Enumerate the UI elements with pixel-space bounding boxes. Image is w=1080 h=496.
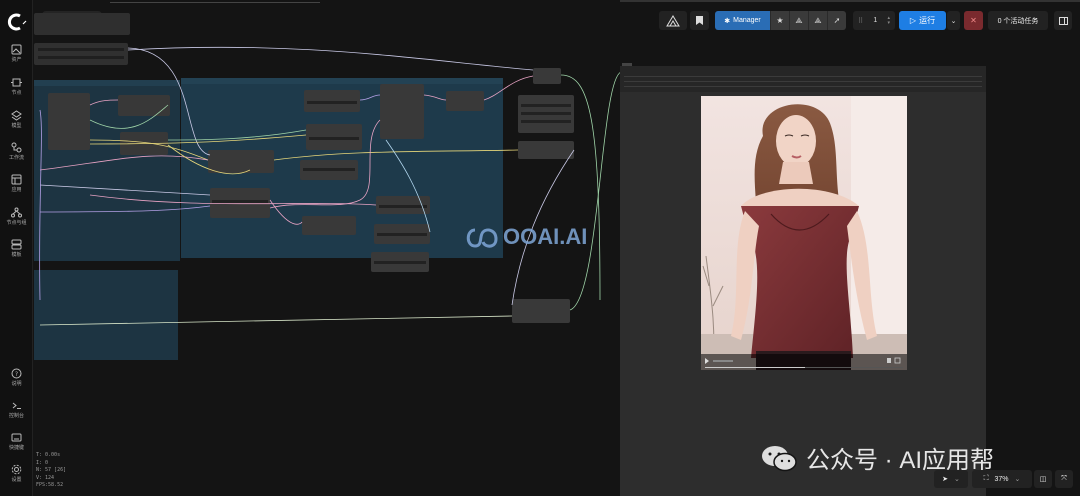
fit-view-icon[interactable]: ⛶ [984, 475, 989, 483]
wechat-icon [762, 445, 797, 471]
map-icon: ◫ [1039, 476, 1047, 483]
link-off-icon: ⤧ [1061, 475, 1067, 482]
share-button[interactable]: ➚ [827, 11, 846, 30]
chevron-down-icon[interactable]: ⌄ [954, 475, 960, 483]
node-widget [624, 81, 982, 82]
stats-line: T: 0.00s [36, 452, 61, 458]
star-button[interactable]: ★ [770, 11, 789, 30]
video-progress-icon [705, 357, 903, 368]
stats-line: I: 0 [36, 459, 49, 466]
node-widget [624, 76, 982, 77]
brand-watermark: OOAI.AI [463, 224, 587, 250]
toggle-panel-button[interactable] [1054, 11, 1072, 30]
render-stats: T: 0.00s I: 0 N: 57 [26] V: 124 FPS:58.5… [36, 452, 66, 490]
model-share-button[interactable]: ⟁ [808, 11, 827, 30]
video-controls[interactable] [701, 354, 907, 370]
photo-figure-image [701, 96, 907, 370]
brand-watermark-text: OOAI.AI [503, 224, 588, 249]
close-icon: ✕ [970, 16, 977, 25]
node-widget [38, 56, 124, 59]
toggle-links-button[interactable]: ⤧ [1055, 470, 1073, 488]
active-tasks-button[interactable]: 0 个活动任务 [988, 11, 1048, 30]
node[interactable] [380, 84, 424, 139]
node[interactable] [533, 68, 561, 84]
node-widget [521, 120, 571, 123]
node[interactable] [48, 93, 90, 150]
group-box[interactable] [34, 270, 178, 360]
stats-line: FPS:58.52 [36, 482, 64, 488]
node-widget [624, 86, 982, 87]
node-widget [379, 205, 427, 208]
node[interactable] [34, 13, 130, 35]
select-tool-button[interactable]: ➤ ⌄ [934, 470, 968, 488]
node-widget [212, 200, 268, 203]
manager-label: Manager [733, 17, 761, 24]
node-widget [374, 261, 426, 264]
node-widget [307, 101, 357, 104]
queue-count-stepper[interactable]: ⠿ 1 ▴ ▾ [853, 11, 895, 30]
chevron-down-icon: ⌄ [950, 17, 957, 25]
panel-icon [1058, 16, 1068, 25]
puzzle-icon: ✱ [724, 17, 731, 25]
minimap-button[interactable]: ◫ [1034, 470, 1052, 488]
chevron-down-icon[interactable]: ⌄ [1015, 475, 1021, 483]
stats-line: V: 124 [36, 474, 55, 481]
triangle-icon: ⟁ [795, 15, 803, 25]
run-button[interactable]: ▷ 运行 [899, 11, 946, 30]
zoom-control[interactable]: ⛶ 37% ⌄ [972, 470, 1032, 488]
node-widget [303, 168, 355, 171]
node[interactable] [208, 150, 274, 173]
preview-photo[interactable] [701, 96, 907, 370]
node-widget [309, 137, 359, 140]
stats-line: N: 57 [26] [36, 467, 67, 473]
drag-handle-icon: ⠿ [858, 17, 864, 25]
preview-image-node[interactable] [620, 63, 986, 496]
node[interactable] [512, 299, 570, 323]
play-icon: ▷ [909, 16, 917, 25]
node-widget [377, 233, 427, 236]
top-scroll-track[interactable] [620, 0, 1080, 2]
group-header [181, 78, 503, 84]
node[interactable] [518, 141, 574, 159]
zoom-level: 37% [994, 475, 1009, 483]
share-arrow-icon: ➚ [833, 16, 841, 25]
node-widget [521, 112, 571, 115]
triangle-icon: ⟁ [814, 15, 822, 25]
cursor-icon: ➤ [942, 476, 948, 483]
run-label: 运行 [919, 16, 936, 25]
preview-header [620, 66, 986, 92]
active-tasks-label: 0 个活动任务 [997, 17, 1039, 25]
manager-button[interactable]: ✱ Manager [715, 11, 770, 30]
bookmark-icon [696, 16, 703, 25]
queue-count: 1 [873, 17, 878, 24]
run-options-button[interactable]: ⌄ [947, 11, 960, 30]
model-download-button[interactable]: ⟁ [789, 11, 808, 30]
node[interactable] [34, 43, 128, 65]
bookmark-button[interactable] [690, 11, 709, 30]
logo-button[interactable] [659, 11, 687, 30]
node-widget [38, 48, 124, 51]
node-widget [521, 104, 571, 107]
node[interactable] [446, 91, 484, 111]
manager-button-group: ✱ Manager ★ ⟁ ⟁ ➚ [715, 11, 846, 30]
comfy-logo-icon [666, 14, 680, 26]
node[interactable] [302, 216, 356, 235]
brand-logo-icon [466, 228, 498, 248]
star-icon: ★ [776, 16, 784, 25]
group-header [34, 80, 180, 86]
node[interactable] [118, 95, 170, 116]
stepper-arrows-icon[interactable]: ▴ ▾ [887, 15, 890, 26]
stop-button[interactable]: ✕ [964, 11, 983, 30]
